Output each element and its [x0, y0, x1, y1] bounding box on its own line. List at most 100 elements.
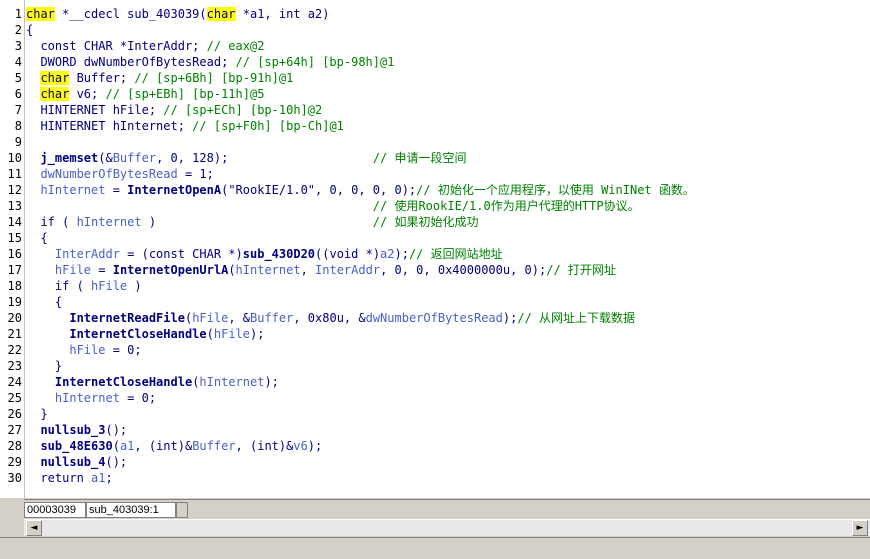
- code-text: *__cdecl sub_403039(: [54, 7, 207, 21]
- function-location-field: sub_403039:1: [86, 502, 176, 518]
- line-number: 23: [7, 359, 22, 373]
- status-bar: 00003039 sub_403039:1: [24, 499, 870, 518]
- code-line[interactable]: HINTERNET hInternet; // [sp+F0h] [bp-Ch]…: [26, 118, 343, 134]
- code-text: (&: [98, 151, 113, 165]
- code-text: =: [105, 183, 128, 197]
- line-number: 19: [7, 295, 22, 309]
- code-line[interactable]: InterAddr = (const CHAR *)sub_430D20((vo…: [26, 246, 503, 262]
- code-text: if (: [26, 279, 92, 293]
- code-text: );: [264, 375, 279, 389]
- line-number: 26: [7, 407, 22, 421]
- code-variable: hInternet: [235, 263, 301, 277]
- horizontal-scrollbar[interactable]: ◄ ►: [24, 519, 870, 536]
- code-function: j_memset: [40, 151, 99, 165]
- line-number: 7: [14, 103, 22, 117]
- code-variable: hFile: [213, 327, 250, 341]
- highlighted-keyword: char: [40, 87, 70, 101]
- code-line[interactable]: hFile = InternetOpenUrlA(hInternet, Inte…: [26, 262, 616, 278]
- line-number: 22: [7, 343, 22, 357]
- code-line[interactable]: InternetCloseHandle(hInternet);: [26, 374, 279, 390]
- pseudocode-view[interactable]: 1 2 3 4 5 6 7 8 9 10 11 12 13 14 15 16 17 18 19 20 21 22 23 24 2…: [0, 0, 870, 498]
- line-number: 21: [7, 327, 22, 341]
- line-number: 6: [14, 87, 22, 101]
- code-text: ();: [105, 455, 128, 469]
- code-line[interactable]: dwNumberOfBytesRead = 1;: [26, 166, 214, 182]
- line-number: 30: [7, 471, 22, 485]
- code-comment: // 如果初始化成功: [372, 215, 479, 229]
- code-variable: dwNumberOfBytesRead: [40, 167, 178, 181]
- code-line[interactable]: hInternet = 0;: [26, 390, 156, 406]
- code-function: nullsub_3: [40, 423, 106, 437]
- code-text: ("RookIE/1.0", 0, 0, 0, 0);: [221, 183, 417, 197]
- line-number: 25: [7, 391, 22, 405]
- code-line[interactable]: {: [26, 230, 47, 246]
- code-line[interactable]: return a1;: [26, 470, 112, 486]
- scroll-left-button[interactable]: ◄: [26, 520, 42, 536]
- code-line[interactable]: hInternet = InternetOpenA("RookIE/1.0", …: [26, 182, 694, 198]
- code-text: = 0;: [119, 391, 157, 405]
- code-text: = (const CHAR *): [119, 247, 243, 261]
- address-field: 00003039: [24, 502, 86, 518]
- code-line[interactable]: sub_48E630(a1, (int)&Buffer, (int)&v6);: [26, 438, 322, 454]
- code-function: InternetCloseHandle: [54, 375, 193, 389]
- code-text: ): [141, 215, 373, 229]
- code-function: InternetCloseHandle: [69, 327, 207, 341]
- code-line[interactable]: {: [26, 22, 33, 38]
- code-variable: hFile: [54, 263, 92, 277]
- line-number: 18: [7, 279, 22, 293]
- code-variable: hInternet: [199, 375, 265, 389]
- code-text: =: [91, 263, 113, 277]
- code-variable: Buffer: [250, 311, 294, 325]
- code-line[interactable]: }: [26, 358, 62, 374]
- line-number: 5: [14, 71, 22, 85]
- code-text: );: [307, 439, 323, 453]
- code-variable: hInternet: [54, 391, 120, 405]
- code-line[interactable]: InternetReadFile(hFile, &Buffer, 0x80u, …: [26, 310, 635, 326]
- code-variable: a1: [91, 471, 106, 485]
- line-number: 3: [14, 39, 22, 53]
- code-text: (: [228, 263, 236, 277]
- code-function: nullsub_4: [40, 455, 106, 469]
- code-line[interactable]: const CHAR *InterAddr; // eax@2: [26, 38, 264, 54]
- line-number: 17: [7, 263, 22, 277]
- code-line[interactable]: nullsub_3();: [26, 422, 127, 438]
- code-text: v6;: [69, 87, 106, 101]
- code-line[interactable]: HINTERNET hFile; // [sp+ECh] [bp-10h]@2: [26, 102, 322, 118]
- line-number: 28: [7, 439, 22, 453]
- code-variable: hFile: [192, 311, 229, 325]
- code-line[interactable]: // 使用RookIE/1.0作为用户代理的HTTP协议。: [26, 198, 640, 214]
- code-line[interactable]: if ( hInternet ) // 如果初始化成功: [26, 214, 478, 230]
- code-text: = 1;: [177, 167, 214, 181]
- code-line[interactable]: }: [26, 406, 48, 422]
- scroll-right-button[interactable]: ►: [852, 520, 868, 536]
- code-line[interactable]: j_memset(&Buffer, 0, 128); // 申请一段空间: [26, 150, 466, 166]
- code-line[interactable]: nullsub_4();: [26, 454, 127, 470]
- code-line[interactable]: DWORD dwNumberOfBytesRead; // [sp+64h] […: [26, 54, 394, 70]
- code-line[interactable]: char Buffer; // [sp+6Bh] [bp-91h]@1: [26, 70, 293, 86]
- code-text: , 0x80u, &: [293, 311, 366, 325]
- code-line[interactable]: InternetCloseHandle(hFile);: [26, 326, 264, 342]
- line-number: 4: [14, 55, 22, 69]
- code-text: (: [206, 327, 214, 341]
- code-variable: a2: [380, 247, 395, 261]
- code-line[interactable]: char *__cdecl sub_403039(char *a1, int a…: [26, 6, 329, 22]
- code-text: , &: [228, 311, 250, 325]
- code-line[interactable]: char v6; // [sp+EBh] [bp-11h]@5: [26, 86, 264, 102]
- code-line[interactable]: {: [26, 294, 62, 310]
- code-line[interactable]: if ( hFile ): [26, 278, 142, 294]
- code-text: }: [26, 407, 48, 421]
- code-text: DWORD dwNumberOfBytesRead;: [26, 55, 236, 69]
- code-line[interactable]: hFile = 0;: [26, 342, 141, 358]
- code-text: {: [26, 295, 63, 309]
- line-number: 13: [7, 199, 22, 213]
- code-text: );: [250, 327, 265, 341]
